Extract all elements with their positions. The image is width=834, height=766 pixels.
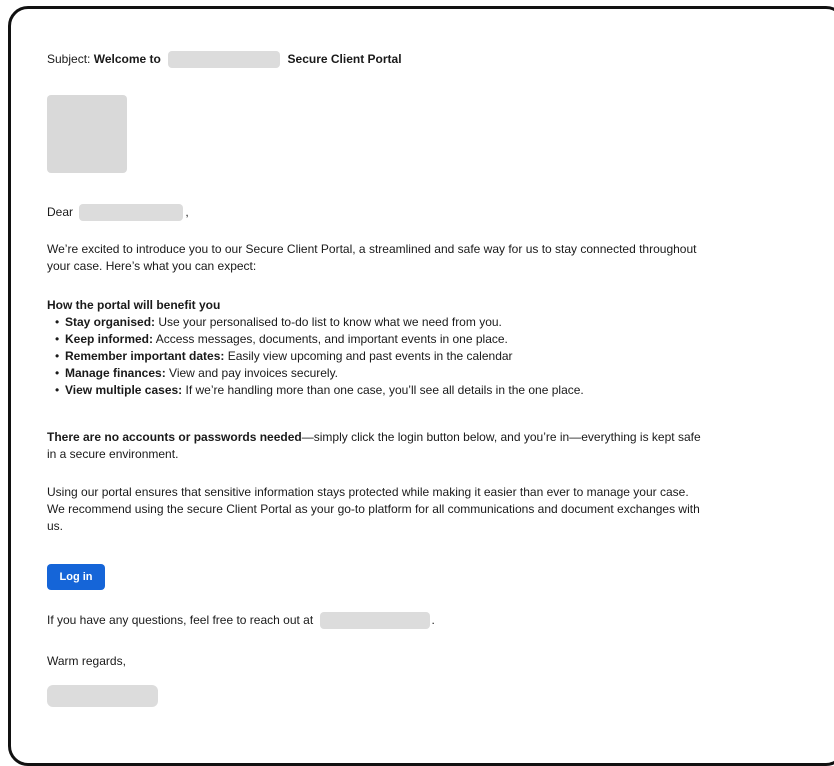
no-accounts-paragraph: There are no accounts or passwords neede…: [47, 429, 707, 463]
email-subject: Subject: Welcome to Secure Client Portal: [47, 51, 402, 69]
questions-text: If you have any questions, feel free to …: [47, 613, 314, 627]
benefit-title: View multiple cases:: [65, 383, 183, 397]
benefit-text: View and pay invoices securely.: [165, 366, 339, 380]
benefit-title: Keep informed:: [65, 332, 154, 346]
benefits-heading: How the portal will benefit you: [47, 298, 221, 312]
benefit-text: Access messages, documents, and importan…: [153, 332, 508, 346]
redacted-recipient-name: [79, 204, 184, 222]
benefits-list: Stay organised: Use your personalised to…: [47, 314, 707, 399]
usage-paragraph: Using our portal ensures that sensitive …: [47, 485, 700, 533]
benefit-item: Keep informed: Access messages, document…: [55, 331, 707, 348]
redacted-firm-name: [168, 51, 281, 69]
questions-line: If you have any questions, feel free to …: [47, 612, 435, 630]
no-accounts-bold: There are no accounts or passwords neede…: [47, 430, 302, 444]
subject-text-start: Welcome to: [93, 52, 161, 66]
benefit-text: If we’re handling more than one case, yo…: [182, 383, 584, 397]
greeting-text: Dear: [47, 205, 74, 219]
closing: Warm regards,: [47, 654, 126, 668]
benefit-item: Remember important dates: Easily view up…: [55, 348, 707, 365]
greeting: Dear ,: [47, 204, 189, 222]
benefits-section: How the portal will benefit you Stay org…: [47, 297, 707, 399]
intro-paragraph: We’re excited to introduce you to our Se…: [47, 242, 697, 273]
redacted-logo: [47, 95, 127, 173]
redacted-signature: [47, 685, 158, 707]
subject-label: Subject:: [47, 52, 91, 66]
benefit-title: Manage finances:: [65, 366, 166, 380]
benefit-text: Use your personalised to-do list to know…: [155, 315, 502, 329]
benefit-item: View multiple cases: If we’re handling m…: [55, 382, 707, 399]
benefit-item: Stay organised: Use your personalised to…: [55, 314, 707, 331]
benefit-text: Easily view upcoming and past events in …: [224, 349, 513, 363]
redacted-contact: [319, 612, 430, 630]
greeting-punct: ,: [185, 205, 189, 219]
benefit-item: Manage finances: View and pay invoices s…: [55, 365, 707, 382]
benefit-title: Remember important dates:: [65, 349, 225, 363]
benefit-title: Stay organised:: [65, 315, 156, 329]
login-button[interactable]: Log in: [47, 564, 105, 590]
questions-punct: .: [431, 613, 435, 627]
subject-text-end: Secure Client Portal: [287, 52, 402, 66]
